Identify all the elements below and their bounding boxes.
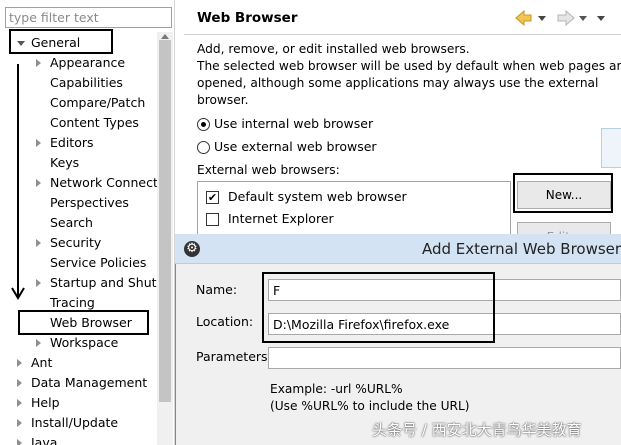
watermark: 头条号 / 西安北大青鸟华美教育 (372, 421, 582, 439)
highlight-box-name-location (262, 272, 495, 343)
tree-item-label: Perspectives (50, 195, 129, 210)
radio-label: Use internal web browser (214, 116, 374, 131)
checkbox-unchecked-icon[interactable] (206, 213, 219, 226)
browser-name: Default system web browser (228, 189, 407, 204)
tree-item-label: Network Connectio (50, 175, 169, 190)
collapsed-arrow-icon (36, 279, 41, 287)
collapsed-arrow-icon (36, 339, 41, 347)
dialog-title: Add External Web Browser (422, 240, 621, 258)
highlight-box-web-browser (18, 310, 149, 335)
forward-menu-chevron-icon[interactable] (579, 16, 587, 21)
tree-item-label: Service Policies (50, 255, 147, 270)
tree-item-label: Install/Update (31, 415, 119, 430)
back-arrow-icon[interactable] (515, 9, 532, 27)
filter-input[interactable] (5, 7, 172, 28)
location-label: Location: (196, 314, 254, 329)
scroll-up-arrow-icon[interactable] (161, 34, 169, 39)
tree-item-label: Java (31, 435, 58, 445)
forward-arrow-icon[interactable] (557, 9, 575, 27)
list-item[interactable]: Internet Explorer (206, 211, 496, 229)
collapsed-arrow-icon (17, 379, 22, 387)
radio-use-external-browser[interactable]: Use external web browser (197, 139, 377, 157)
tree-item-label: Help (31, 395, 60, 410)
list-item[interactable]: ✔ Default system web browser (206, 189, 496, 207)
name-label: Name: (196, 282, 238, 297)
back-menu-chevron-icon[interactable] (538, 16, 546, 21)
browser-name: Internet Explorer (228, 211, 334, 226)
tree-item-label: Compare/Patch (50, 95, 146, 110)
navigation-toolbar (515, 9, 605, 27)
collapsed-arrow-icon (17, 419, 22, 427)
parameters-label: Parameters: (196, 349, 272, 364)
external-browsers-label: External web browsers: (197, 163, 340, 177)
tree-scrollbar-thumb[interactable] (159, 40, 171, 402)
preferences-tree-panel: General Appearance Capabilities Compare/… (0, 0, 175, 445)
description-line: The selected web browser will be used by… (197, 59, 621, 73)
tree-item-label: Search (50, 215, 93, 230)
checkbox-checked-icon[interactable]: ✔ (206, 191, 219, 204)
example-text: Example: -url %URL% (270, 382, 403, 396)
radio-selected-icon (197, 118, 210, 131)
view-menu-chevron-icon[interactable] (597, 16, 605, 21)
collapsed-arrow-icon (36, 139, 41, 147)
eclipse-gear-icon: ⚙ (184, 241, 200, 257)
tree-item-label: Ant (31, 355, 53, 370)
browser-list[interactable]: ✔ Default system web browser Internet Ex… (197, 181, 511, 241)
collapsed-arrow-icon (36, 179, 41, 187)
radio-label: Use external web browser (214, 139, 377, 154)
radio-use-internal-browser[interactable]: Use internal web browser (197, 116, 377, 134)
collapsed-arrow-icon (17, 399, 22, 407)
highlight-box-new-button (513, 173, 613, 213)
tree-item-label: Data Management (31, 375, 148, 390)
tree-item-label: Capabilities (50, 75, 123, 90)
collapsed-arrow-icon (17, 359, 22, 367)
side-preview-image (601, 128, 621, 168)
description-line: opened, although some applications may a… (197, 76, 599, 90)
page-title: Web Browser (197, 10, 298, 26)
highlight-box-general (9, 29, 113, 54)
tree-item-label: Editors (50, 135, 94, 150)
title-separator (184, 34, 621, 35)
tree-item-label: Security (50, 235, 102, 250)
tree-item-label: Keys (50, 155, 80, 170)
radio-unselected-icon (197, 141, 210, 154)
description-line: Add, remove, or edit installed web brows… (197, 42, 470, 56)
parameters-field[interactable] (268, 347, 621, 369)
annotation-arrow-icon (11, 64, 25, 300)
tree-item-label: Workspace (50, 335, 119, 350)
collapsed-arrow-icon (36, 239, 41, 247)
collapsed-arrow-icon (17, 439, 22, 445)
tree-item-label: Appearance (50, 55, 126, 70)
collapsed-arrow-icon (36, 59, 41, 67)
description-line: browser. (197, 93, 249, 107)
tree-item-label: Content Types (50, 115, 139, 130)
example-hint-text: (Use %URL% to include the URL) (270, 399, 470, 413)
tree-item-label: Startup and Shutd (50, 275, 165, 290)
